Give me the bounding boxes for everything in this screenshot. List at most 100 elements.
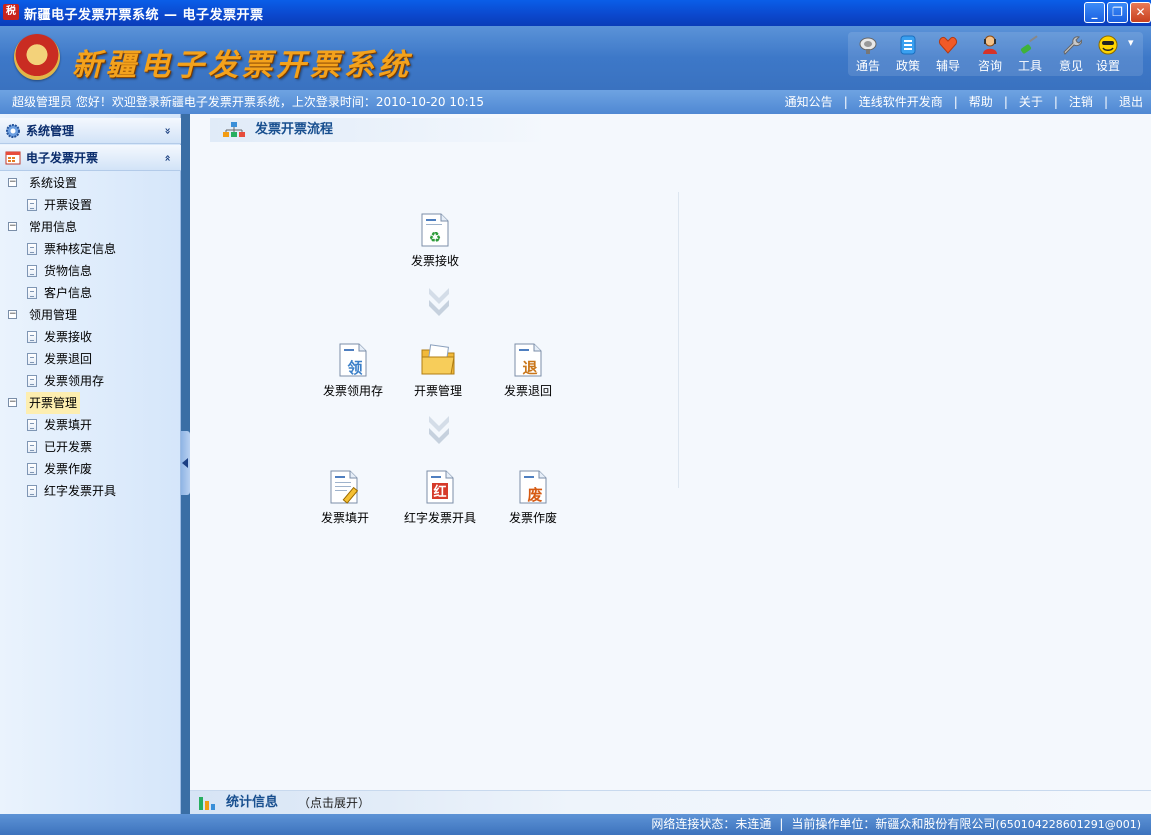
link-separator: |	[1103, 95, 1108, 109]
tree-item-invoice-settings[interactable]: 开票设置	[0, 194, 181, 216]
tree-label: 货物信息	[44, 264, 93, 278]
document-icon	[27, 485, 37, 497]
tree-label: 领用管理	[29, 308, 78, 322]
flow-invoice-inventory[interactable]: 领 发票领用存	[318, 342, 388, 399]
tool-settings-label: 设置	[1095, 59, 1120, 73]
collapse-toggle-icon[interactable]: −	[8, 222, 17, 231]
link-logout[interactable]: 注销	[1069, 95, 1093, 109]
tree-item-red-invoice[interactable]: 红字发票开具	[0, 480, 181, 502]
flow-invoice-fill[interactable]: 发票填开	[310, 469, 380, 526]
tool-feedback-button[interactable]: 意见	[1051, 32, 1091, 74]
chevron-down-icon[interactable]: »	[154, 127, 180, 134]
document-icon	[27, 287, 37, 299]
gear-icon	[6, 124, 20, 138]
flow-glyph: 废	[527, 486, 542, 504]
tool-notice-label: 通告	[855, 59, 880, 73]
flow-label: 发票接收	[410, 254, 459, 268]
document-return-icon: 退	[514, 343, 542, 377]
collapse-toggle-icon[interactable]: −	[8, 398, 17, 407]
header-toolbar: 通告 政策 辅导 咨询 工具 意见 设置 ▾	[848, 32, 1143, 76]
settings-dropdown-icon[interactable]: ▾	[1128, 36, 1134, 49]
app-tax-icon: 税	[3, 4, 19, 20]
section-title: 电子发票开票	[26, 151, 99, 165]
support-person-icon	[983, 35, 997, 54]
tool-guidance-label: 辅导	[935, 59, 960, 73]
flow-invoice-return[interactable]: 退 发票退回	[493, 342, 563, 399]
tree-item-issued-invoices[interactable]: 已开发票	[0, 436, 181, 458]
document-red-icon: 红	[426, 470, 454, 504]
tree-item-goods-info[interactable]: 货物信息	[0, 260, 181, 282]
tree-item-invoice-void[interactable]: 发票作废	[0, 458, 181, 480]
close-button[interactable]: ✕	[1130, 2, 1151, 23]
link-help[interactable]: 帮助	[969, 95, 993, 109]
flow-glyph: 退	[522, 359, 537, 377]
flow-red-invoice[interactable]: 红 红字发票开具	[398, 469, 482, 526]
stats-panel-header[interactable]: 统计信息 （点击展开）	[190, 790, 1151, 815]
section-e-invoice[interactable]: 电子发票开票 «	[0, 145, 181, 171]
tree-item-invoice-return[interactable]: 发票退回	[0, 348, 181, 370]
tool-settings-button[interactable]: 设置	[1088, 32, 1128, 74]
flow-label: 发票填开	[320, 511, 369, 525]
document-icon	[27, 463, 37, 475]
tree-group-acquisition[interactable]: − 领用管理	[0, 304, 181, 326]
minimize-button[interactable]: _	[1084, 2, 1105, 23]
collapse-toggle-icon[interactable]: −	[8, 178, 17, 187]
sidebar-collapse-handle[interactable]	[181, 431, 190, 495]
tree-item-invoice-fill[interactable]: 发票填开	[0, 414, 181, 436]
tree-group-system-settings[interactable]: − 系统设置	[0, 172, 181, 194]
heart-icon	[939, 37, 957, 54]
flow-glyph: 领	[346, 359, 362, 377]
tree-item-invoice-inventory[interactable]: 发票领用存	[0, 370, 181, 392]
tool-tools-button[interactable]: 工具	[1010, 32, 1050, 74]
folder-icon	[421, 344, 455, 375]
tool-guidance-button[interactable]: 辅导	[928, 32, 968, 74]
tool-notice-button[interactable]: 通告	[848, 32, 888, 74]
flow-down-arrow-icon	[429, 416, 449, 444]
tree-group-issuing[interactable]: − 开票管理	[0, 392, 181, 414]
tree-label: 红字发票开具	[44, 484, 117, 498]
tool-policy-button[interactable]: 政策	[888, 32, 928, 74]
flow-invoice-receive[interactable]: ♻ 发票接收	[400, 212, 470, 269]
status-separator: |	[779, 817, 784, 831]
tree-label: 票种核定信息	[44, 242, 117, 256]
collapse-toggle-icon[interactable]: −	[8, 310, 17, 319]
tree-item-ticket-type[interactable]: 票种核定信息	[0, 238, 181, 260]
link-vendor[interactable]: 连线软件开发商	[859, 95, 943, 109]
stats-expand-hint[interactable]: （点击展开）	[298, 791, 370, 815]
network-status-value: 未连通	[735, 817, 772, 831]
tree-label: 客户信息	[44, 286, 93, 300]
document-pencil-icon	[330, 470, 359, 504]
chevron-up-icon[interactable]: «	[154, 154, 180, 161]
sidebar: 系统管理 » 电子发票开票 « − 系统设置 开票设置 − 常用信息 票种核定信息 …	[0, 114, 181, 814]
tree-label-selected: 开票管理	[26, 392, 81, 414]
document-icon	[27, 331, 37, 343]
megaphone-icon	[859, 37, 877, 54]
flow-label: 发票作废	[508, 511, 557, 525]
flow-label: 开票管理	[413, 384, 462, 398]
tree-item-customer-info[interactable]: 客户信息	[0, 282, 181, 304]
top-links: 通知公告 | 连线软件开发商 | 帮助 | 关于 | 注销 | 退出	[785, 90, 1143, 114]
tree-label: 发票作废	[44, 462, 93, 476]
info-bar: 超级管理员 您好！欢迎登录新疆电子发票开票系统，上次登录时间：2010-10-2…	[0, 90, 1151, 114]
document-void-icon: 废	[519, 470, 547, 504]
document-icon	[27, 419, 37, 431]
section-title: 系统管理	[26, 124, 75, 138]
flow-tab-title: 发票开票流程	[255, 122, 334, 137]
flow-down-arrow-icon	[429, 288, 449, 316]
restore-button[interactable]: ❐	[1107, 2, 1128, 23]
tree-group-common-info[interactable]: − 常用信息	[0, 216, 181, 238]
tree-item-invoice-receive[interactable]: 发票接收	[0, 326, 181, 348]
tool-consult-button[interactable]: 咨询	[970, 32, 1010, 74]
section-system-management[interactable]: 系统管理 »	[0, 118, 181, 144]
status-bar: 网络连接状态：未连通 | 当前操作单位：新疆众和股份有限公司(65010422860…	[0, 814, 1151, 835]
link-about[interactable]: 关于	[1019, 95, 1043, 109]
link-exit[interactable]: 退出	[1119, 95, 1143, 109]
link-notice[interactable]: 通知公告	[785, 95, 833, 109]
link-separator: |	[1003, 95, 1008, 109]
flow-invoice-void[interactable]: 废 发票作废	[498, 469, 568, 526]
tree-label: 开票设置	[44, 198, 93, 212]
flow-issuing-management[interactable]: 开票管理	[403, 342, 473, 399]
hierarchy-icon	[223, 122, 245, 137]
document-icon	[27, 441, 37, 453]
stats-title: 统计信息	[226, 795, 279, 810]
